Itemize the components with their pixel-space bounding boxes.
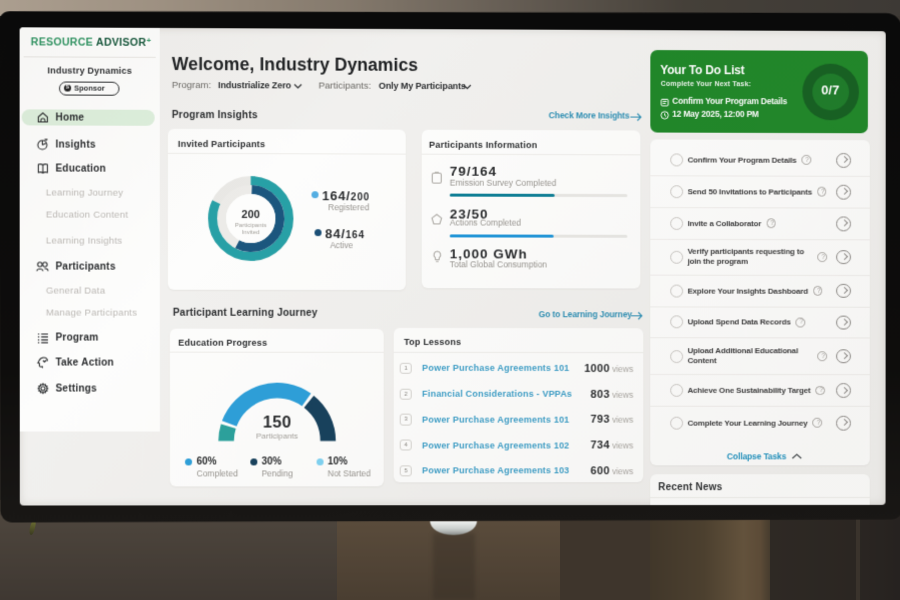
svg-text:Invited: Invited xyxy=(242,230,260,236)
svg-text:200: 200 xyxy=(242,209,260,221)
svg-text:Participants: Participants xyxy=(235,223,266,229)
